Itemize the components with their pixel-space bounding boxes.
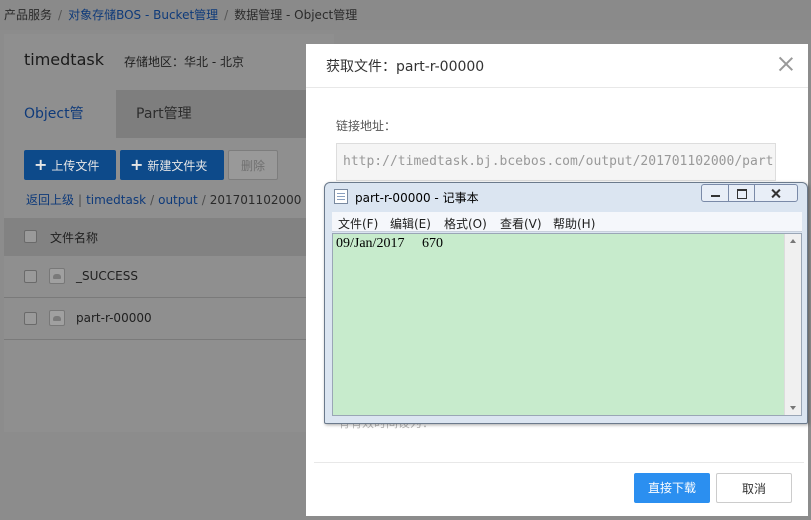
link-address-field[interactable]: http://timedtask.bj.bcebos.com/output/20… bbox=[336, 143, 776, 181]
notepad-text-area[interactable]: 09/Jan/2017 670 bbox=[332, 233, 802, 416]
file-name[interactable]: _SUCCESS bbox=[76, 269, 138, 283]
notepad-content[interactable]: 09/Jan/2017 670 bbox=[336, 236, 443, 252]
notepad-title: part-r-00000 - 记事本 bbox=[355, 191, 479, 205]
delete-button[interactable]: 删除 bbox=[228, 150, 278, 180]
file-row[interactable]: part-r-00000 bbox=[4, 298, 334, 340]
breadcrumb-object-management: 数据管理 - Object管理 bbox=[234, 8, 358, 22]
new-folder-button[interactable]: + 新建文件夹 bbox=[120, 150, 224, 180]
plus-icon: + bbox=[34, 155, 48, 174]
menu-view[interactable]: 查看(V) bbox=[500, 215, 542, 232]
bucket-panel: timedtask 存储地区：华北 - 北京 Object管理 Part管理 +… bbox=[4, 34, 334, 432]
breadcrumb-products[interactable]: 产品服务 bbox=[4, 8, 52, 22]
menu-file[interactable]: 文件(F) bbox=[338, 215, 378, 232]
scroll-down-icon[interactable] bbox=[790, 406, 796, 410]
path-current: 201701102000 bbox=[209, 193, 302, 207]
dialog-footer-divider bbox=[314, 462, 804, 463]
path-bucket-link[interactable]: timedtask bbox=[86, 193, 146, 207]
menu-edit[interactable]: 编辑(E) bbox=[390, 215, 431, 232]
select-all-checkbox[interactable] bbox=[24, 230, 37, 243]
new-folder-label: 新建文件夹 bbox=[147, 159, 208, 173]
file-list-header: 文件名称 bbox=[4, 218, 334, 256]
bucket-name: timedtask bbox=[24, 50, 104, 69]
file-name-column-header: 文件名称 bbox=[50, 231, 99, 245]
link-address-label: 链接地址： bbox=[336, 119, 397, 133]
notepad-menubar: 文件(F) 编辑(E) 格式(O) 查看(V) 帮助(H) bbox=[332, 212, 802, 232]
scroll-up-icon[interactable] bbox=[790, 239, 796, 243]
row-checkbox[interactable] bbox=[24, 312, 37, 325]
file-cloud-icon bbox=[49, 268, 65, 284]
notepad-icon bbox=[334, 189, 348, 204]
tab-object-management[interactable]: Object管理 bbox=[4, 90, 116, 170]
path-separator: | bbox=[78, 193, 83, 207]
file-name[interactable]: part-r-00000 bbox=[76, 311, 152, 325]
file-cloud-icon bbox=[49, 310, 65, 326]
row-checkbox[interactable] bbox=[24, 270, 37, 283]
menu-format[interactable]: 格式(O) bbox=[444, 215, 487, 232]
plus-icon: + bbox=[130, 155, 144, 174]
maximize-button[interactable] bbox=[728, 184, 755, 202]
file-row[interactable]: _SUCCESS bbox=[4, 256, 334, 298]
menu-help[interactable]: 帮助(H) bbox=[553, 215, 595, 232]
cancel-button[interactable]: 取消 bbox=[716, 473, 792, 503]
direct-download-button[interactable]: 直接下载 bbox=[634, 473, 710, 503]
vertical-scrollbar[interactable] bbox=[784, 234, 801, 415]
upload-file-label: 上传文件 bbox=[51, 159, 100, 173]
window-close-button[interactable] bbox=[754, 184, 798, 202]
tab-part-management[interactable]: Part管理 bbox=[116, 90, 212, 138]
tab-bar: Object管理 Part管理 bbox=[4, 90, 334, 170]
dialog-header: 获取文件：part-r-00000 bbox=[306, 44, 808, 88]
folder-path: 返回上级 | timedtask / output/201701102000 bbox=[26, 191, 301, 208]
path-slash: / bbox=[150, 193, 155, 207]
breadcrumb: 产品服务 / 对象存储BOS - Bucket管理 / 数据管理 - Object管理 bbox=[0, 0, 811, 30]
breadcrumb-bucket-management[interactable]: 对象存储BOS - Bucket管理 bbox=[68, 8, 218, 22]
path-slash: / bbox=[201, 193, 206, 207]
notepad-window[interactable]: part-r-00000 - 记事本 文件(F) 编辑(E) 格式(O) 查看(… bbox=[324, 182, 808, 424]
path-back-link[interactable]: 返回上级 bbox=[26, 193, 74, 207]
breadcrumb-separator: / bbox=[58, 8, 63, 22]
dialog-title: 获取文件：part-r-00000 bbox=[326, 59, 485, 75]
upload-file-button[interactable]: + 上传文件 bbox=[24, 150, 116, 180]
region-label: 存储地区：华北 - 北京 bbox=[124, 55, 244, 69]
close-icon[interactable] bbox=[776, 54, 796, 74]
path-output-link[interactable]: output bbox=[158, 193, 198, 207]
breadcrumb-separator: / bbox=[224, 8, 229, 22]
minimize-button[interactable] bbox=[701, 184, 729, 202]
